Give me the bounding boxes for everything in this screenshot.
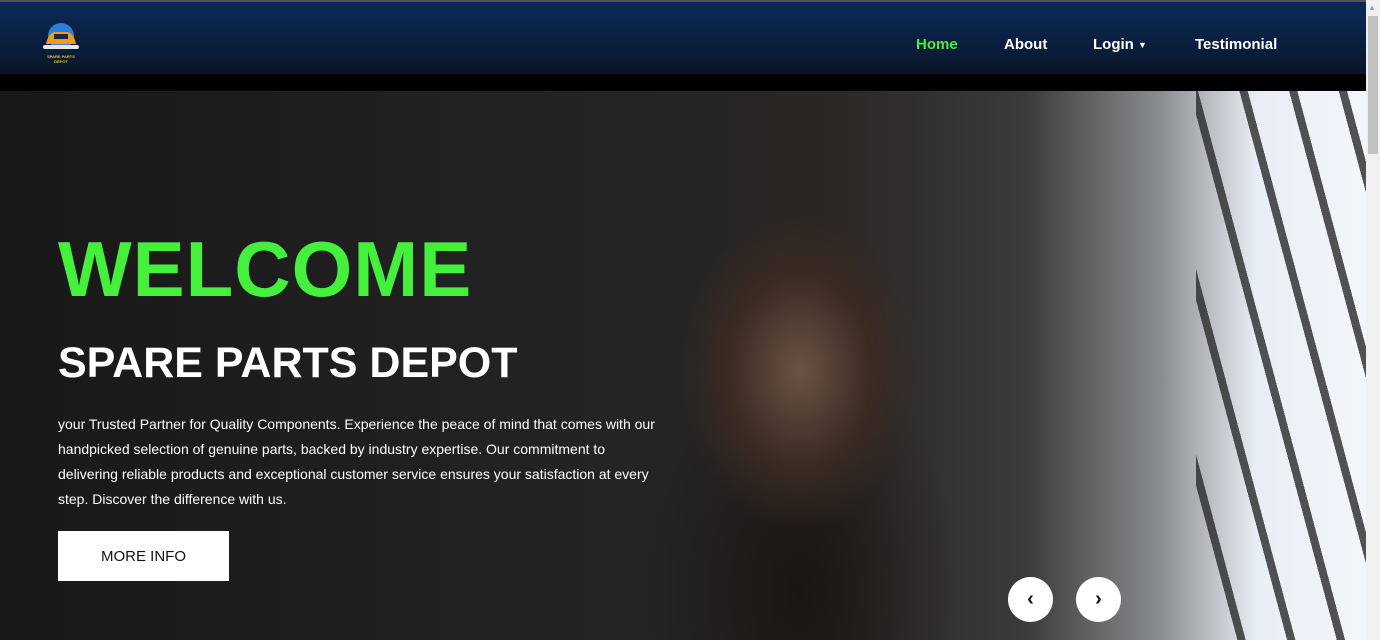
nav-about[interactable]: About bbox=[1004, 36, 1047, 53]
more-info-button[interactable]: MORE INFO bbox=[58, 531, 229, 581]
hero-background-image bbox=[1196, 91, 1366, 640]
navbar: SPARE PARTS DEPOT Home About Login ▼ Tes… bbox=[0, 2, 1366, 74]
nav-login-label: Login bbox=[1093, 36, 1134, 53]
nav-home[interactable]: Home bbox=[916, 36, 958, 53]
nav-login[interactable]: Login ▼ bbox=[1093, 36, 1147, 53]
chevron-left-icon: ‹ bbox=[1027, 588, 1034, 610]
chevron-right-icon: › bbox=[1095, 588, 1102, 610]
scroll-up-icon[interactable]: ▲ bbox=[1368, 3, 1376, 12]
carousel-next-button[interactable]: › bbox=[1076, 577, 1121, 622]
carousel-prev-button[interactable]: ‹ bbox=[1008, 577, 1053, 622]
nav-testimonial[interactable]: Testimonial bbox=[1195, 36, 1277, 53]
hero-welcome: WELCOME bbox=[58, 225, 473, 313]
car-gear-logo-icon bbox=[43, 23, 79, 49]
logo[interactable]: SPARE PARTS DEPOT bbox=[40, 22, 82, 64]
hero-description: your Trusted Partner for Quality Compone… bbox=[58, 416, 655, 507]
caret-down-icon: ▼ bbox=[1138, 40, 1147, 51]
hero-title: SPARE PARTS DEPOT bbox=[58, 339, 518, 387]
hero-carousel: WELCOME SPARE PARTS DEPOT your Trusted P… bbox=[0, 91, 1366, 640]
scrollbar-thumb[interactable] bbox=[1368, 16, 1378, 154]
nav-divider bbox=[0, 74, 1366, 91]
logo-text: SPARE PARTS DEPOT bbox=[47, 54, 75, 64]
